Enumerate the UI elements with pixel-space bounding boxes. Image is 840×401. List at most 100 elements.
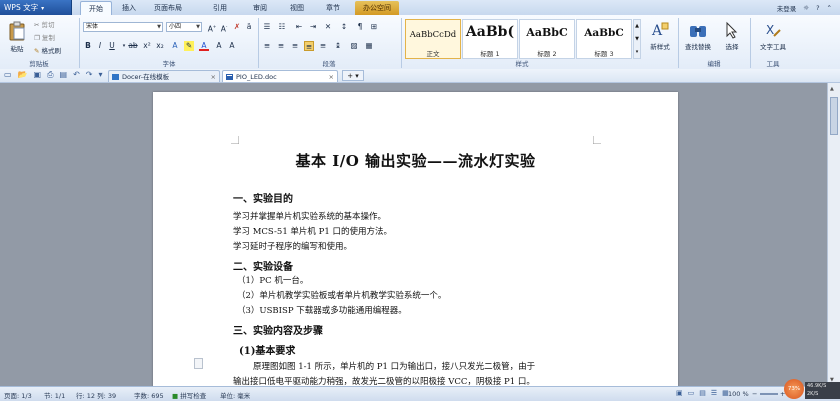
- numbering-icon[interactable]: ☷: [277, 22, 287, 32]
- char-border-icon[interactable]: A: [227, 41, 237, 51]
- preview-icon[interactable]: ▤: [60, 70, 68, 80]
- grow-font-icon[interactable]: A+: [207, 22, 217, 34]
- align-center-icon[interactable]: ≡: [276, 41, 286, 51]
- tab-stop-icon[interactable]: ⊞: [369, 22, 379, 32]
- chevron-up-icon[interactable]: ⌃: [827, 4, 832, 12]
- copy-button[interactable]: ❐ 复制: [34, 32, 55, 42]
- cut-button[interactable]: ✂ 剪切: [34, 19, 55, 29]
- strikethrough-icon[interactable]: ab: [128, 41, 138, 51]
- style-heading-2[interactable]: AaBbC 标题 2: [519, 19, 575, 59]
- page-note-icon[interactable]: [194, 358, 203, 369]
- scroll-thumb[interactable]: [830, 97, 838, 135]
- document-page[interactable]: 基本 I/O 输出实验——流水灯实验 一、实验目的 学习并掌握单片机实验系统的基…: [153, 92, 678, 392]
- style-heading-3[interactable]: AaBbC 标题 3: [576, 19, 632, 59]
- chevron-down-icon[interactable]: ▾: [98, 70, 102, 80]
- shrink-font-icon[interactable]: A-: [219, 22, 229, 34]
- border-icon[interactable]: ▦: [364, 41, 374, 51]
- bullets-icon[interactable]: ☰: [262, 22, 272, 32]
- text-tools-button[interactable]: X 文字工具: [755, 21, 791, 51]
- new-doc-icon[interactable]: ▭: [4, 70, 12, 80]
- clear-format-icon[interactable]: ✗: [232, 22, 242, 32]
- decrease-indent-icon[interactable]: ⇤: [294, 22, 304, 32]
- body-line: 原理图如图 1-1 所示，单片机的 P1 口为输出口，接八只发光二极管，由于: [253, 362, 536, 372]
- style-normal[interactable]: AaBbCcDd 正文: [405, 19, 461, 59]
- find-replace-button[interactable]: 查找替换: [681, 21, 715, 51]
- close-icon[interactable]: ×: [329, 71, 334, 83]
- new-tab-button[interactable]: + ▾: [342, 70, 364, 81]
- spell-check-toggle[interactable]: ■ 拼写检查: [172, 390, 206, 400]
- tab-insert[interactable]: 插入: [114, 1, 144, 15]
- style-gallery-scroll[interactable]: ▲ ▼ ▾: [633, 19, 641, 59]
- page-indicator[interactable]: 页面: 1/3: [4, 390, 32, 400]
- sort-icon[interactable]: ↕: [339, 22, 349, 32]
- ribbon: 粘贴 ✂ 剪切 ❐ 复制 ✎ 格式刷 剪贴板 宋体 ▼ 小四 ▼ A+ A- ✗ ä…: [0, 15, 840, 70]
- network-percent-badge[interactable]: 73%: [784, 379, 804, 399]
- outline-icon[interactable]: ☰: [711, 389, 717, 397]
- subscript-icon[interactable]: x₂: [155, 41, 165, 51]
- select-button[interactable]: 选择: [719, 21, 745, 51]
- word-count[interactable]: 字数: 695: [134, 390, 164, 400]
- close-icon[interactable]: ×: [211, 71, 216, 83]
- format-painter-button[interactable]: ✎ 格式刷: [34, 45, 61, 55]
- app-menu-label: WPS 文字: [4, 3, 39, 12]
- shading-icon[interactable]: ▨: [349, 41, 359, 51]
- save-icon[interactable]: ▣: [34, 70, 42, 80]
- help-icon[interactable]: ?: [816, 4, 819, 12]
- open-icon[interactable]: 📂: [18, 70, 28, 80]
- section-indicator: 节: 1/1: [44, 392, 66, 400]
- tab-review[interactable]: 审阅: [246, 1, 274, 15]
- line-spacing-icon[interactable]: ↨: [333, 41, 343, 51]
- login-link[interactable]: 未登录: [777, 3, 797, 13]
- tab-page-layout[interactable]: 页面布局: [146, 1, 190, 15]
- bold-icon[interactable]: B: [83, 41, 93, 51]
- margin-corner-mark: [593, 136, 601, 144]
- justify-icon[interactable]: ≡: [304, 41, 314, 51]
- section-heading: 一、实验目的: [233, 194, 293, 205]
- binoculars-icon: [690, 26, 706, 37]
- full-screen-icon[interactable]: ▭: [688, 389, 695, 397]
- doc-tab-docer[interactable]: Docer-在线模板 ×: [108, 70, 220, 82]
- style-heading-1[interactable]: AaBb( 标题 1: [462, 19, 518, 59]
- undo-icon[interactable]: ↶: [73, 70, 80, 80]
- zoom-slider[interactable]: [760, 393, 778, 395]
- tab-references[interactable]: 引用: [206, 1, 234, 15]
- print-layout-icon[interactable]: ▣: [676, 389, 683, 397]
- tab-chapter[interactable]: 章节: [319, 1, 347, 15]
- font-size-combo[interactable]: 小四 ▼: [166, 22, 202, 32]
- italic-icon[interactable]: I: [95, 41, 105, 51]
- zoom-out-icon[interactable]: −: [752, 390, 757, 398]
- cursor-icon: [726, 21, 738, 39]
- align-right-icon[interactable]: ≡: [290, 41, 300, 51]
- scroll-up-icon[interactable]: ▲: [830, 86, 834, 92]
- align-left-icon[interactable]: ≡: [262, 41, 272, 51]
- show-hide-marks-icon[interactable]: ¶: [355, 22, 365, 32]
- underline-icon[interactable]: U: [107, 41, 117, 51]
- phonetic-icon[interactable]: ä: [244, 22, 254, 32]
- vertical-scrollbar[interactable]: ▲ ▼: [827, 83, 840, 386]
- web-layout-icon[interactable]: ▤: [699, 389, 706, 397]
- tab-home[interactable]: 开始: [80, 1, 112, 15]
- wps-menu-button[interactable]: WPS 文字 ▾: [0, 0, 72, 15]
- font-color-icon[interactable]: A: [199, 41, 209, 51]
- tab-view[interactable]: 视图: [283, 1, 311, 15]
- zoom-level[interactable]: 100 %: [728, 390, 749, 398]
- chinese-layout-icon[interactable]: ✕: [323, 22, 333, 32]
- text-effect-icon[interactable]: A: [170, 41, 180, 51]
- increase-indent-icon[interactable]: ⇥: [308, 22, 318, 32]
- body-line: 学习并掌握单片机实验系统的基本操作。: [233, 212, 387, 222]
- print-icon[interactable]: ⎙: [47, 70, 53, 80]
- char-shading-icon[interactable]: A: [214, 41, 224, 51]
- body-line: 学习延时子程序的编写和使用。: [233, 242, 353, 252]
- doc-tab-pio-led[interactable]: PIO_LED.doc ×: [222, 70, 338, 82]
- highlight-icon[interactable]: ✎: [184, 41, 194, 51]
- paste-button[interactable]: 粘贴: [5, 21, 29, 53]
- quick-access-icons: ▭ 📂 ▣ ⎙ ▤ ↶ ↷ ▾: [4, 70, 102, 80]
- superscript-icon[interactable]: x²: [142, 41, 152, 51]
- distribute-icon[interactable]: ≡: [318, 41, 328, 51]
- skin-icon[interactable]: ☼: [803, 4, 809, 12]
- font-name-combo[interactable]: 宋体 ▼: [83, 22, 163, 32]
- new-style-button[interactable]: A 新样式: [645, 21, 675, 51]
- redo-icon[interactable]: ↷: [86, 70, 93, 80]
- quick-access-bar: ▭ 📂 ▣ ⎙ ▤ ↶ ↷ ▾ Docer-在线模板 × PIO_LED.doc…: [0, 69, 840, 83]
- tab-office-space[interactable]: 办公空间: [355, 1, 399, 15]
